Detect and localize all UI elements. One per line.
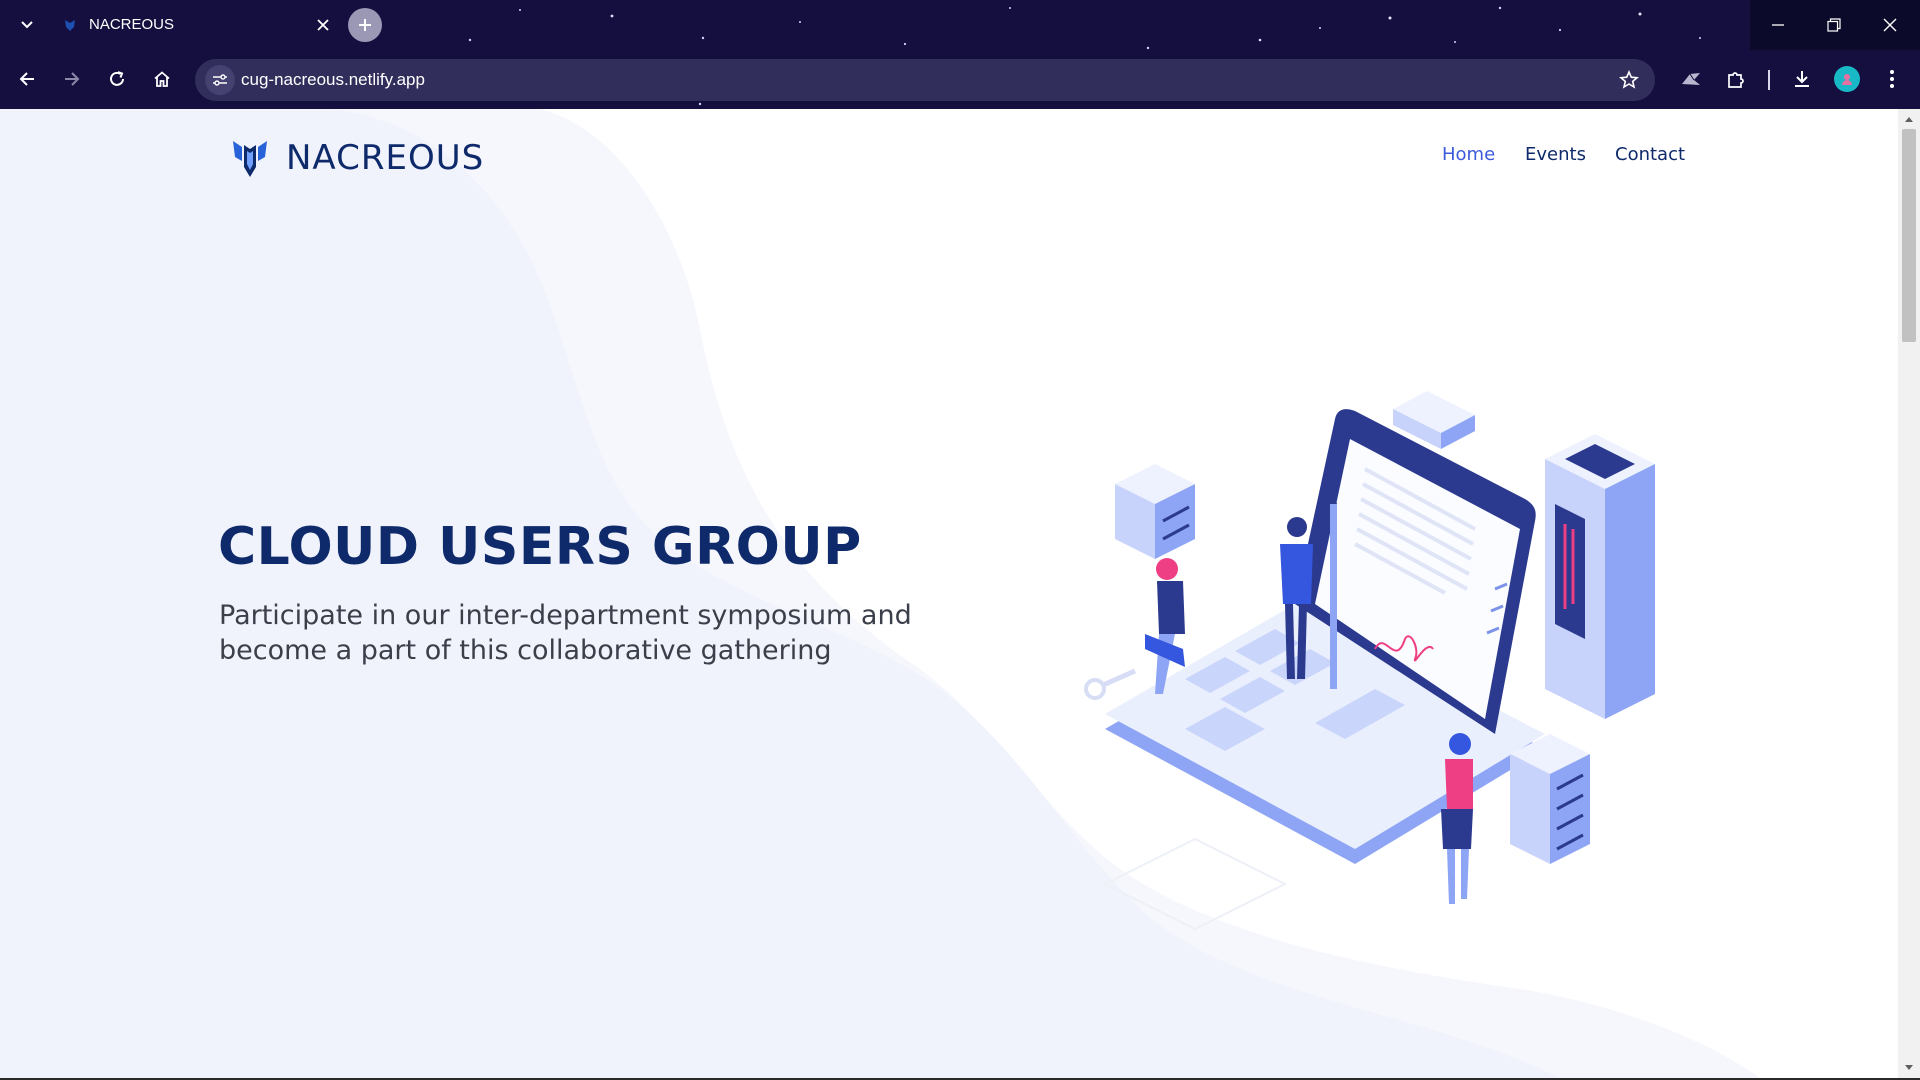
nacreous-logo-icon <box>233 141 267 177</box>
page-viewport: NACREOUS Home Events Contact CLOUD USERS… <box>0 109 1898 1078</box>
minimize-icon <box>1772 24 1784 26</box>
profile-avatar-button[interactable] <box>1834 66 1860 92</box>
hero-title: CLOUD USERS GROUP <box>218 517 862 577</box>
more-vertical-icon <box>1890 70 1894 88</box>
download-icon <box>1795 71 1809 87</box>
tab-title: NACREOUS <box>89 16 175 33</box>
brand-name: NACREOUS <box>286 138 485 178</box>
browser-tab[interactable]: NACREOUS <box>54 8 339 42</box>
close-window-button[interactable] <box>1862 0 1918 50</box>
tune-icon <box>213 74 227 86</box>
server-bottom <box>1510 734 1590 864</box>
bookmark-button[interactable] <box>1615 66 1643 94</box>
star-icon <box>1619 70 1639 89</box>
restore-button[interactable] <box>1806 0 1862 50</box>
arrow-right-icon <box>65 72 80 86</box>
plus-icon <box>359 19 371 31</box>
close-icon <box>1883 18 1897 32</box>
address-bar[interactable]: cug-nacreous.netlify.app <box>195 59 1655 101</box>
close-icon <box>317 19 329 31</box>
reload-button[interactable] <box>102 64 132 94</box>
browser-chrome: NACREOUS cug-nacreous.netlify.app <box>0 0 1920 109</box>
floor-outline <box>1102 837 1288 931</box>
tab-close-button[interactable] <box>311 13 335 37</box>
nav-events[interactable]: Events <box>1525 144 1586 165</box>
back-button[interactable] <box>12 64 42 94</box>
scrollbar-thumb[interactable] <box>1902 129 1916 342</box>
nacreous-favicon-icon <box>65 20 75 31</box>
browser-toolbar: cug-nacreous.netlify.app <box>0 50 1920 109</box>
forward-button[interactable] <box>57 64 87 94</box>
laptop-illustration <box>1084 391 1655 931</box>
server-tower <box>1545 434 1655 719</box>
downloads-button[interactable] <box>1787 64 1817 94</box>
nav-contact[interactable]: Contact <box>1615 144 1685 165</box>
puzzle-icon <box>1728 72 1744 88</box>
extensions-button[interactable] <box>1721 64 1751 94</box>
scroll-up-icon[interactable] <box>1904 115 1914 123</box>
restore-icon <box>1827 18 1841 32</box>
menu-button[interactable] <box>1877 64 1907 94</box>
brand[interactable]: NACREOUS <box>230 133 484 183</box>
avatar-icon <box>1842 74 1852 85</box>
hero-subtitle: Participate in our inter-department symp… <box>219 600 912 666</box>
home-button[interactable] <box>147 64 177 94</box>
new-tab-button[interactable] <box>348 8 382 42</box>
toolbar-separator <box>1768 70 1770 90</box>
page-scrollbar[interactable] <box>1898 109 1920 1078</box>
extension-button[interactable] <box>1676 64 1706 94</box>
server-left <box>1115 464 1195 559</box>
minimize-button[interactable] <box>1750 0 1806 50</box>
arrow-left-icon <box>19 72 34 86</box>
scroll-down-icon[interactable] <box>1904 1064 1914 1072</box>
url-text: cug-nacreous.netlify.app <box>241 70 425 89</box>
nav-home[interactable]: Home <box>1442 144 1495 165</box>
extension-bird-icon <box>1682 73 1700 85</box>
reload-icon <box>110 71 124 86</box>
home-icon <box>154 71 170 87</box>
key-icon <box>1084 668 1137 700</box>
site-info-button[interactable] <box>205 65 235 95</box>
chevron-down-icon <box>21 21 33 29</box>
tab-strip: NACREOUS <box>0 0 1920 50</box>
tab-search-button[interactable] <box>12 10 42 40</box>
